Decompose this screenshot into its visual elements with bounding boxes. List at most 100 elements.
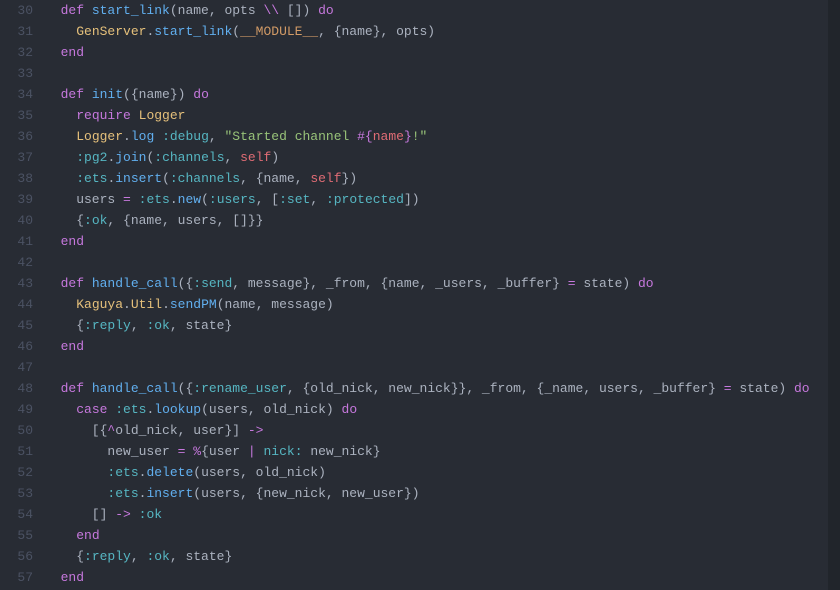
code-line[interactable] <box>45 357 832 378</box>
line-number: 34 <box>8 84 33 105</box>
code-line[interactable]: :ets.delete(users, old_nick) <box>45 462 832 483</box>
token-punc: ({ <box>178 381 194 396</box>
token-atom: :channels <box>170 171 240 186</box>
token-punc <box>84 276 92 291</box>
token-op: \\ <box>263 3 279 18</box>
token-punc <box>45 150 76 165</box>
code-line[interactable]: def start_link(name, opts \\ []) do <box>45 0 832 21</box>
code-line[interactable]: :ets.insert(users, {new_nick, new_user}) <box>45 483 832 504</box>
token-mod: Util <box>131 297 162 312</box>
line-number: 31 <box>8 21 33 42</box>
line-number: 36 <box>8 126 33 147</box>
token-kw: end <box>61 45 84 60</box>
code-line[interactable]: {:reply, :ok, state} <box>45 315 832 336</box>
token-atom: :pg2 <box>76 150 107 165</box>
token-punc: (users, old_nick) <box>193 465 326 480</box>
line-number: 49 <box>8 399 33 420</box>
token-punc <box>131 108 139 123</box>
line-number: 56 <box>8 546 33 567</box>
code-line[interactable]: end <box>45 336 832 357</box>
token-fn: sendPM <box>170 297 217 312</box>
token-mod: Logger <box>139 108 186 123</box>
line-number: 30 <box>8 0 33 21</box>
code-line[interactable]: users = :ets.new(:users, [:set, :protect… <box>45 189 832 210</box>
code-line[interactable]: [] -> :ok <box>45 504 832 525</box>
token-punc <box>45 339 61 354</box>
token-punc <box>45 570 61 585</box>
token-op: = <box>724 381 732 396</box>
token-atom: :set <box>279 192 310 207</box>
code-line[interactable]: end <box>45 525 832 546</box>
token-punc: [] <box>45 507 115 522</box>
token-punc: , <box>131 549 147 564</box>
code-line[interactable]: {:reply, :ok, state} <box>45 546 832 567</box>
token-punc: ]) <box>404 192 420 207</box>
token-atom: :ets <box>115 402 146 417</box>
code-line[interactable]: :ets.insert(:channels, {name, self}) <box>45 168 832 189</box>
token-str: !" <box>412 129 428 144</box>
code-line[interactable]: Kaguya.Util.sendPM(name, message) <box>45 294 832 315</box>
token-kw: end <box>61 339 84 354</box>
code-line[interactable]: new_user = %{user | nick: new_nick} <box>45 441 832 462</box>
token-punc: (users, {new_nick, new_user}) <box>193 486 419 501</box>
token-punc: , <box>310 192 326 207</box>
token-punc: state) <box>732 381 794 396</box>
code-line[interactable]: def init({name}) do <box>45 84 832 105</box>
code-line[interactable] <box>45 252 832 273</box>
token-atom: :ok <box>84 213 107 228</box>
line-number: 52 <box>8 462 33 483</box>
token-punc: { <box>45 549 84 564</box>
code-line[interactable] <box>45 63 832 84</box>
token-fn: init <box>92 87 123 102</box>
code-line[interactable]: end <box>45 567 832 588</box>
code-line[interactable]: Logger.log :debug, "Started channel #{na… <box>45 126 832 147</box>
token-punc: new_nick} <box>303 444 381 459</box>
code-line[interactable]: require Logger <box>45 105 832 126</box>
token-punc: . <box>123 297 131 312</box>
line-number: 45 <box>8 315 33 336</box>
code-line[interactable]: [{^old_nick, user}] -> <box>45 420 832 441</box>
line-number-gutter: 3031323334353637383940414243444546474849… <box>0 0 45 590</box>
code-line[interactable]: def handle_call({:rename_user, {old_nick… <box>45 378 832 399</box>
vertical-scrollbar[interactable] <box>828 0 840 590</box>
token-punc: ) <box>271 150 279 165</box>
token-kw: def <box>61 381 84 396</box>
token-punc: (users, old_nick) <box>201 402 341 417</box>
code-line[interactable]: :pg2.join(:channels, self) <box>45 147 832 168</box>
token-punc: [{ <box>45 423 107 438</box>
line-number: 46 <box>8 336 33 357</box>
token-kw: end <box>61 570 84 585</box>
line-number: 55 <box>8 525 33 546</box>
token-fn: insert <box>115 171 162 186</box>
code-line[interactable]: case :ets.lookup(users, old_nick) do <box>45 399 832 420</box>
token-atom: :ets <box>76 171 107 186</box>
line-number: 53 <box>8 483 33 504</box>
token-fn: start_link <box>154 24 232 39</box>
token-punc <box>45 486 107 501</box>
code-line[interactable]: end <box>45 231 832 252</box>
code-line[interactable]: GenServer.start_link(__MODULE__, {name},… <box>45 21 832 42</box>
token-kw: end <box>61 234 84 249</box>
token-atom: :rename_user <box>193 381 287 396</box>
token-punc <box>256 444 264 459</box>
token-punc: ({name}) <box>123 87 193 102</box>
token-punc: ( <box>162 171 170 186</box>
line-number: 37 <box>8 147 33 168</box>
token-fn: join <box>115 150 146 165</box>
line-number: 57 <box>8 567 33 588</box>
line-number: 38 <box>8 168 33 189</box>
token-punc <box>45 3 61 18</box>
code-line[interactable]: def handle_call({:send, message}, _from,… <box>45 273 832 294</box>
token-punc <box>84 3 92 18</box>
token-atom: :channels <box>154 150 224 165</box>
code-editor[interactable]: def start_link(name, opts \\ []) do GenS… <box>45 0 840 590</box>
token-op: | <box>248 444 256 459</box>
token-punc <box>45 87 61 102</box>
code-line[interactable]: end <box>45 42 832 63</box>
token-atom: :protected <box>326 192 404 207</box>
token-punc: . <box>170 192 178 207</box>
token-punc: users <box>45 192 123 207</box>
token-kw: def <box>61 276 84 291</box>
code-line[interactable]: {:ok, {name, users, []}} <box>45 210 832 231</box>
token-atom: :ok <box>146 318 169 333</box>
